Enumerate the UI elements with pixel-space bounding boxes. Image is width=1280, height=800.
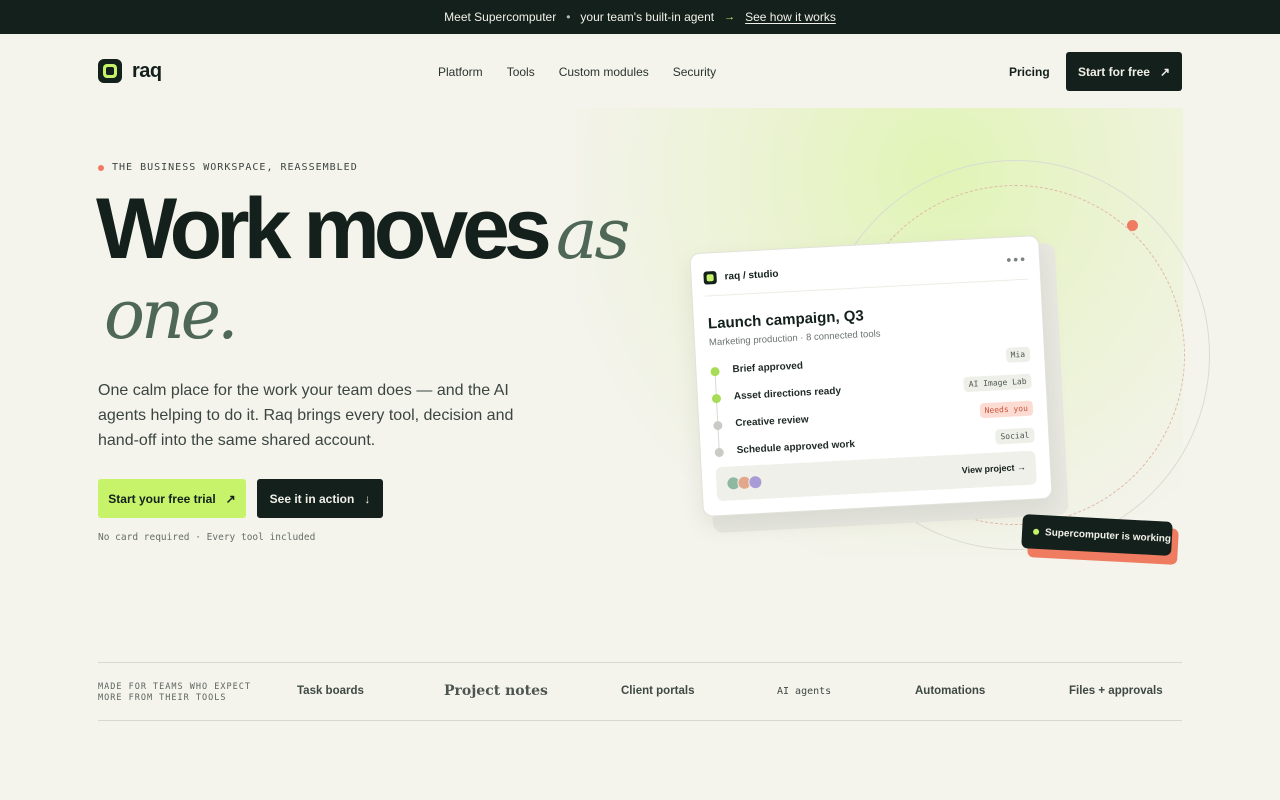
brand-logo[interactable]: raq	[98, 59, 162, 83]
nav-item-tools[interactable]: Tools	[507, 65, 535, 79]
start-for-free-button[interactable]: Start for free ↗	[1066, 52, 1182, 91]
announcement-lead: Meet Supercomputer	[444, 10, 557, 24]
hero-subtext: One calm place for the work your team do…	[98, 382, 514, 449]
task-tag: AI Image Lab	[963, 373, 1032, 393]
nav-item-platform[interactable]: Platform	[438, 65, 483, 79]
nav-item-security[interactable]: Security	[673, 65, 716, 79]
view-project-link[interactable]: View project →	[961, 462, 1026, 475]
logo-task-boards: Task boards	[297, 685, 364, 697]
announcement-link[interactable]: See how it works	[745, 10, 836, 24]
eyebrow-text: THE BUSINESS WORKSPACE, REASSEMBLED	[112, 162, 358, 173]
project-title: Launch campaign, Q3	[707, 307, 865, 333]
logo-automations: Automations	[915, 685, 986, 697]
project-card: raq / studio ••• Launch campaign, Q3 Mar…	[689, 235, 1053, 517]
status-done-icon	[711, 393, 722, 404]
logo-project-notes: Project notes	[444, 683, 548, 699]
status-pending-icon	[713, 420, 723, 431]
logo-files-approvals: Files + approvals	[1069, 685, 1163, 697]
headline-italic: as	[555, 193, 631, 275]
task-tag: Mia	[1005, 346, 1031, 363]
fine-print: No card required · Every tool included	[98, 532, 316, 543]
eyebrow-bullet-icon	[98, 164, 104, 171]
task-tag: Needs you	[979, 400, 1034, 419]
agent-status-text: Supercomputer is working	[1044, 526, 1172, 545]
status-pending-icon	[714, 447, 725, 458]
hero-headline-line2: one.	[104, 276, 239, 355]
avatar	[748, 474, 763, 490]
nav-menu: Platform Tools Custom modules Security	[438, 65, 716, 79]
hero-headline: Work moves as	[96, 186, 631, 275]
nav-item-custom-modules[interactable]: Custom modules	[559, 65, 649, 79]
arrow-up-right-icon: ↗	[1159, 64, 1171, 79]
start-free-trial-button[interactable]: Start your free trial ↗	[98, 479, 246, 518]
brand-name: raq	[132, 59, 162, 82]
logo-ai-agents: AI agents	[777, 686, 832, 697]
project-subtitle: Marketing production · 8 connected tools	[708, 328, 881, 349]
see-it-in-action-label: See it in action	[269, 491, 355, 506]
arrow-up-right-icon: ↗	[225, 491, 236, 506]
start-free-trial-label: Start your free trial	[108, 491, 216, 506]
logos-strip: MADE FOR TEAMS WHO EXPECT MORE FROM THEI…	[98, 662, 1182, 721]
arrow-right-icon: →	[724, 11, 736, 23]
start-for-free-label: Start for free	[1077, 64, 1150, 79]
workspace-name: raq / studio	[724, 268, 779, 283]
logo-mark-icon	[98, 59, 122, 83]
task-label: Creative review	[735, 414, 809, 430]
task-label: Asset directions ready	[733, 385, 842, 403]
announcement-bar: Meet Supercomputer • your team's built-i…	[0, 0, 1280, 34]
more-options-icon[interactable]: •••	[1006, 251, 1028, 268]
see-it-in-action-button[interactable]: See it in action ↓	[257, 479, 383, 518]
top-nav: raq Platform Tools Custom modules Securi…	[98, 52, 1182, 92]
arrow-down-icon: ↓	[364, 491, 371, 506]
workspace-logo-icon	[703, 270, 717, 285]
hero-eyebrow: THE BUSINESS WORKSPACE, REASSEMBLED	[98, 162, 358, 173]
status-done-icon	[710, 366, 720, 377]
orbit-dot	[1127, 220, 1138, 231]
task-tag: Social	[995, 427, 1035, 445]
announcement-middle: your team's built-in agent	[580, 10, 715, 24]
task-label: Schedule approved work	[736, 438, 856, 457]
task-label: Brief approved	[732, 360, 804, 376]
announcement-separator: •	[566, 10, 571, 24]
live-dot-icon	[1032, 528, 1040, 535]
logos-label: MADE FOR TEAMS WHO EXPECT MORE FROM THEI…	[98, 682, 251, 703]
headline-main: Work moves	[96, 181, 552, 277]
logo-client-portals: Client portals	[621, 685, 695, 697]
card-header: raq / studio •••	[703, 251, 1027, 285]
nav-item-pricing[interactable]: Pricing	[1009, 65, 1050, 79]
